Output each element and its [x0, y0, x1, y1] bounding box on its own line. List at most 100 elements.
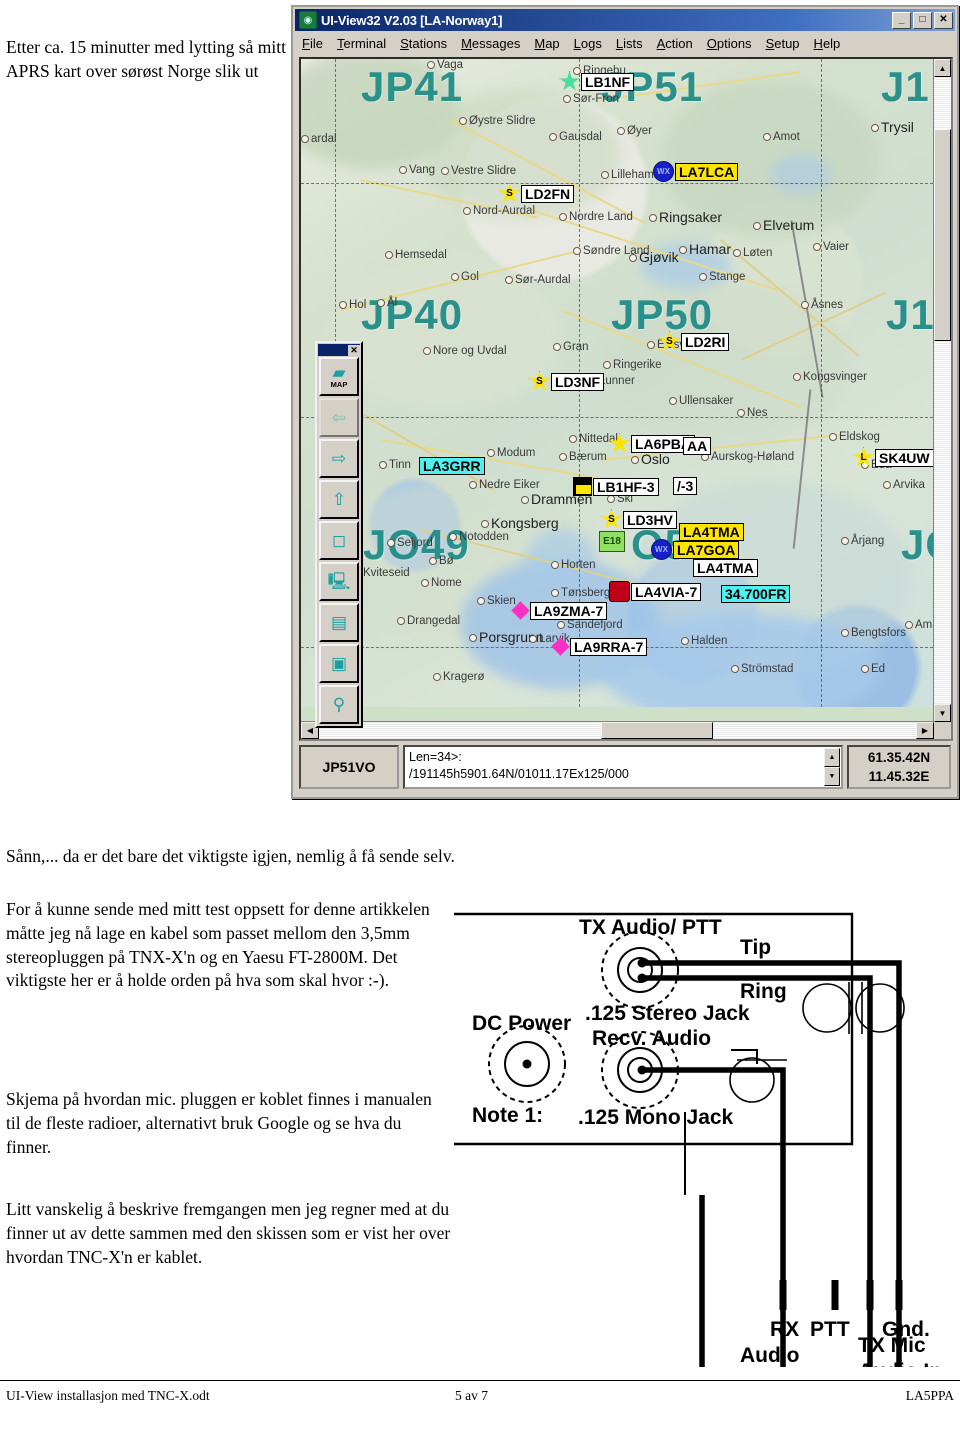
paragraph-saann: Sånn,... da er det bare det viktigste ig…: [6, 846, 455, 866]
station-callsign-label[interactable]: SK4UW: [875, 448, 933, 467]
digipeater-star-icon[interactable]: S: [601, 509, 622, 529]
menu-item-help[interactable]: Help: [807, 34, 848, 53]
palette-titlebar[interactable]: ✕: [318, 344, 360, 356]
station-callsign-label[interactable]: LB1HF-3: [593, 477, 659, 496]
notepad-button[interactable]: ▣: [319, 644, 359, 683]
menu-item-file[interactable]: File: [295, 34, 330, 53]
station-callsign-label[interactable]: LD3NF: [551, 372, 605, 391]
station-callsign-label[interactable]: LA4TMA: [693, 559, 758, 577]
menu-item-logs[interactable]: Logs: [567, 34, 609, 53]
menu-item-action[interactable]: Action: [650, 34, 700, 53]
weather-station-icon[interactable]: WX: [651, 539, 672, 560]
station-callsign-label[interactable]: LA4VIA-7: [631, 582, 702, 601]
zoom-box-button[interactable]: ◻: [319, 521, 359, 560]
station-marker[interactable]: 34.700FR: [721, 585, 791, 603]
station-marker[interactable]: LB1NF: [559, 71, 635, 92]
menu-item-map[interactable]: Map: [527, 34, 566, 53]
town-dot-icon: [463, 206, 471, 215]
menu-item-setup[interactable]: Setup: [759, 34, 807, 53]
station-callsign-label[interactable]: 34.700FR: [721, 585, 791, 603]
station-marker[interactable]: AA: [683, 437, 712, 455]
station-marker[interactable]: /-3: [673, 477, 698, 495]
station-marker[interactable]: S LD2FN: [499, 183, 575, 204]
window-titlebar[interactable]: ◉ UI-View32 V2.03 [LA-Norway1] _ □ ✕: [295, 9, 955, 31]
forward-arrow-button[interactable]: ⇨: [319, 439, 359, 478]
weather-station-icon[interactable]: WX: [653, 161, 674, 182]
station-marker[interactable]: L SK4UW: [853, 447, 933, 468]
menu-item-options[interactable]: Options: [700, 34, 759, 53]
station-marker[interactable]: S LD2RI: [659, 331, 730, 352]
station-callsign-label[interactable]: LB1NF: [581, 72, 635, 91]
station-marker[interactable]: LA4TMA: [693, 559, 758, 577]
packet-text-box[interactable]: Len=34>: /191145h5901.64N/01011.17Ex125/…: [403, 745, 843, 789]
menu-item-terminal[interactable]: Terminal: [330, 34, 393, 53]
station-callsign-label[interactable]: LD2RI: [681, 332, 730, 351]
diamond-marker-icon[interactable]: [551, 637, 570, 656]
diamond-marker-icon[interactable]: [511, 601, 530, 620]
town-label: Tønsberg: [551, 587, 610, 599]
map-horizontal-scrollbar[interactable]: ◀ ▶: [301, 721, 934, 739]
town-label: Øystre Slidre: [459, 115, 535, 127]
map-button[interactable]: ▰ MAP: [319, 357, 359, 396]
town-name: Løten: [743, 247, 773, 259]
station-callsign-label[interactable]: LA7GOA: [673, 540, 740, 559]
station-callsign-label[interactable]: LA4TMA: [679, 523, 744, 541]
forward-arrow-icon: ⇨: [331, 448, 347, 468]
digipeater-star-icon[interactable]: S: [529, 371, 550, 391]
station-callsign-label[interactable]: E18: [599, 531, 625, 552]
scroll-right-button[interactable]: ▶: [916, 722, 934, 739]
station-marker[interactable]: LA3GRR: [419, 457, 485, 475]
station-callsign-label[interactable]: LD2FN: [521, 184, 575, 203]
terminal-button[interactable]: 🖳: [319, 562, 359, 601]
minimize-button[interactable]: _: [892, 11, 911, 29]
digipeater-star-icon[interactable]: [609, 433, 630, 453]
packet-scroll-down-button[interactable]: ▼: [824, 767, 840, 786]
close-icon[interactable]: ✕: [348, 344, 360, 356]
vertical-scroll-thumb[interactable]: [934, 129, 951, 341]
station-marker[interactable]: LA9RRA-7: [551, 637, 648, 656]
station-marker[interactable]: E18: [599, 531, 626, 552]
map-tool-palette[interactable]: ✕ ▰ MAP ⇦ ⇨ ⇧ ◻ 🖳 ▤ ▣ ⚲: [315, 341, 363, 728]
map-vertical-scrollbar[interactable]: ▲ ▼: [933, 59, 951, 722]
map-client-area[interactable]: JP41JP51J1JP40JP50J1JO49O59JC RingebuVag…: [299, 57, 953, 741]
scroll-up-button[interactable]: ▲: [934, 59, 951, 77]
horizontal-scroll-thumb[interactable]: [601, 722, 713, 739]
station-marker[interactable]: S LD3HV: [601, 509, 677, 530]
menu-item-messages[interactable]: Messages: [454, 34, 527, 53]
close-button[interactable]: ✕: [934, 11, 953, 29]
home-station-icon[interactable]: [573, 477, 592, 496]
digipeater-star-icon[interactable]: L: [853, 447, 874, 467]
back-arrow-button[interactable]: ⇦: [319, 398, 359, 437]
station-marker[interactable]: LA4TMA: [679, 523, 744, 541]
list-button[interactable]: ▤: [319, 603, 359, 642]
station-marker[interactable]: LA9ZMA-7: [511, 601, 608, 620]
menu-item-stations[interactable]: Stations: [393, 34, 454, 53]
map-surface[interactable]: JP41JP51J1JP40JP50J1JO49O59JC RingebuVag…: [301, 59, 933, 707]
digipeater-star-icon[interactable]: S: [499, 183, 520, 203]
maximize-button[interactable]: □: [913, 11, 932, 29]
station-callsign-label[interactable]: AA: [683, 437, 712, 455]
vehicle-icon[interactable]: [609, 581, 630, 602]
station-marker[interactable]: LB1HF-3: [573, 477, 659, 496]
packet-scroll-buttons[interactable]: ▲ ▼: [824, 748, 840, 786]
station-marker[interactable]: WX LA7GOA: [651, 539, 740, 560]
station-marker[interactable]: WX LA7LCA: [653, 161, 739, 182]
digipeater-star-icon[interactable]: S: [659, 331, 680, 351]
paragraph-skjema: Skjema på hvordan mic. pluggen er koblet…: [6, 1089, 432, 1157]
scroll-down-button[interactable]: ▼: [934, 704, 951, 722]
town-name: Hemsedal: [395, 249, 447, 261]
label-tip: Tip: [740, 936, 771, 959]
menu-item-lists[interactable]: Lists: [609, 34, 650, 53]
station-marker[interactable]: LA4VIA-7: [609, 581, 702, 602]
buoy-button[interactable]: ⚲: [319, 685, 359, 724]
station-marker[interactable]: S LD3NF: [529, 371, 605, 392]
station-callsign-label[interactable]: LD3HV: [623, 510, 677, 529]
up-arrow-button[interactable]: ⇧: [319, 480, 359, 519]
station-star-icon[interactable]: [559, 71, 580, 91]
packet-scroll-up-button[interactable]: ▲: [824, 748, 840, 767]
station-callsign-label[interactable]: LA9ZMA-7: [530, 601, 608, 620]
station-callsign-label[interactable]: LA9RRA-7: [570, 637, 648, 656]
station-callsign-label[interactable]: LA7LCA: [675, 162, 739, 181]
station-callsign-label[interactable]: /-3: [673, 477, 698, 495]
station-callsign-label[interactable]: LA3GRR: [419, 457, 485, 475]
